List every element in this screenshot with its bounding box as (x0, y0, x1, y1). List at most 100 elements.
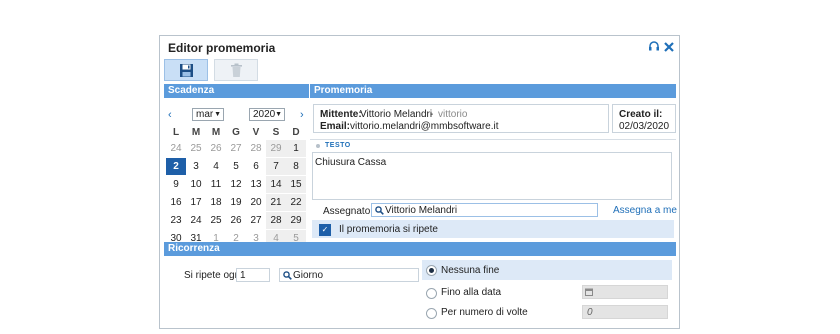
mittente-user: vittorio (438, 109, 468, 120)
calendar-day[interactable]: 9 (166, 176, 186, 193)
calendar-day[interactable]: 23 (166, 212, 186, 229)
email-value: vittorio.melandri@mmbsoftware.it (350, 121, 499, 132)
calendar-day[interactable]: 4 (206, 158, 226, 175)
title-bar: Editor promemoria (160, 36, 679, 58)
option-until-date-label: Fino alla data (441, 287, 502, 298)
weekday-header: V (252, 127, 260, 138)
assigned-value: Vittorio Melandri (385, 205, 458, 216)
separator-dash: - (430, 109, 434, 120)
every-input[interactable]: 1 (236, 268, 270, 282)
email-label: Email: (320, 121, 351, 132)
text-area[interactable]: Chiusura Cassa (312, 152, 672, 200)
weekday-header: L (172, 127, 180, 138)
close-icon[interactable] (663, 41, 675, 53)
calendar-day[interactable]: 24 (186, 212, 206, 229)
until-date-input[interactable] (582, 285, 668, 299)
calendar-day[interactable]: 28 (266, 212, 286, 229)
section-header-ricorrenza: Ricorrenza (164, 242, 676, 256)
calendar-day-outside[interactable]: 25 (186, 140, 206, 157)
floppy-disk-icon (180, 64, 193, 77)
calendar-day[interactable]: 17 (186, 194, 206, 211)
created-label: Creato il: (619, 109, 663, 120)
delete-button[interactable] (214, 59, 258, 81)
calendar-day[interactable]: 3 (186, 158, 206, 175)
search-icon (283, 271, 292, 280)
section-header-promemoria: Promemoria (310, 84, 676, 98)
calendar-day-outside[interactable]: 28 (246, 140, 266, 157)
repeat-checkbox[interactable]: ✓ (319, 224, 331, 236)
next-month-button[interactable]: › (300, 109, 304, 121)
calendar-day[interactable]: 21 (266, 194, 286, 211)
calendar-day[interactable]: 6 (246, 158, 266, 175)
calendar-day[interactable]: 19 (226, 194, 246, 211)
calendar-day[interactable]: 16 (166, 194, 186, 211)
calendar-day-outside[interactable]: 29 (266, 140, 286, 157)
window-title: Editor promemoria (168, 41, 276, 55)
unit-input[interactable]: Giorno (279, 268, 419, 282)
calendar-day[interactable]: 14 (266, 176, 286, 193)
calendar-day[interactable]: 12 (226, 176, 246, 193)
option-no-end-label: Nessuna fine (441, 265, 500, 276)
repeat-row[interactable]: ✓ Il promemoria si ripete (312, 220, 674, 238)
option-count-label: Per numero di volte (441, 307, 528, 318)
year-value: 2020 (253, 109, 276, 120)
every-label: Si ripete ogni (184, 270, 243, 281)
option-no-end[interactable]: Nessuna fine (422, 260, 672, 280)
weekday-header: D (292, 127, 300, 138)
assigned-input[interactable]: Vittorio Melandri (371, 203, 598, 217)
weekday-header: M (211, 127, 221, 138)
calendar-day[interactable]: 22 (286, 194, 306, 211)
sender-panel: Mittente: Vittorio Melandri - vittorio E… (313, 104, 609, 133)
count-input[interactable]: 0 (582, 305, 668, 319)
unit-value: Giorno (293, 270, 324, 281)
weekday-header: M (191, 127, 201, 138)
search-icon (375, 206, 384, 215)
weekday-header: S (272, 127, 280, 138)
chevron-down-icon: ▼ (214, 111, 221, 118)
created-panel: Creato il: 02/03/2020 (612, 104, 676, 133)
calendar-day-outside[interactable]: 27 (226, 140, 246, 157)
calendar-day[interactable]: 26 (226, 212, 246, 229)
headset-icon[interactable] (648, 41, 660, 53)
mittente-name: Vittorio Melandri (360, 109, 433, 120)
calendar-day[interactable]: 13 (246, 176, 266, 193)
calendar-icon (585, 288, 593, 296)
option-count[interactable]: Per numero di volte 0 (422, 304, 672, 322)
save-button[interactable] (164, 59, 208, 81)
month-select[interactable]: mar ▼ (192, 108, 224, 121)
calendar-day-outside[interactable]: 24 (166, 140, 186, 157)
reminder-editor-window: Editor promemoria Scadenza Promemoria ‹ … (159, 35, 680, 329)
count-placeholder: 0 (587, 307, 593, 318)
option-until-date[interactable]: Fino alla data (422, 284, 672, 302)
bullet-icon (316, 144, 320, 148)
created-date: 02/03/2020 (619, 121, 670, 132)
text-label: TESTO (325, 142, 351, 149)
calendar-day[interactable]: 27 (246, 212, 266, 229)
calendar-day[interactable]: 1 (286, 140, 306, 157)
calendar-day[interactable]: 10 (186, 176, 206, 193)
text-value: Chiusura Cassa (315, 157, 387, 168)
calendar-day[interactable]: 8 (286, 158, 306, 175)
prev-month-button[interactable]: ‹ (168, 109, 172, 121)
calendar-day[interactable]: 11 (206, 176, 226, 193)
calendar-day[interactable]: 5 (226, 158, 246, 175)
calendar-day-outside[interactable]: 26 (206, 140, 226, 157)
radio-count[interactable] (426, 308, 437, 319)
calendar-day[interactable]: 25 (206, 212, 226, 229)
calendar-day[interactable]: 20 (246, 194, 266, 211)
calendar-day[interactable]: 29 (286, 212, 306, 229)
month-value: mar (196, 109, 214, 120)
toolbar (164, 59, 676, 84)
mittente-label: Mittente: (320, 109, 362, 120)
trash-icon (231, 63, 242, 77)
calendar-day[interactable]: 18 (206, 194, 226, 211)
calendar-day[interactable]: 7 (266, 158, 286, 175)
assign-to-me-link[interactable]: Assegna a me (613, 205, 677, 216)
radio-no-end[interactable] (426, 265, 437, 276)
every-value: 1 (240, 270, 246, 281)
calendar-day[interactable]: 2 (166, 158, 186, 175)
repeat-label: Il promemoria si ripete (339, 224, 438, 235)
year-select[interactable]: 2020 ▼ (249, 108, 285, 121)
calendar-day[interactable]: 15 (286, 176, 306, 193)
radio-until-date[interactable] (426, 288, 437, 299)
